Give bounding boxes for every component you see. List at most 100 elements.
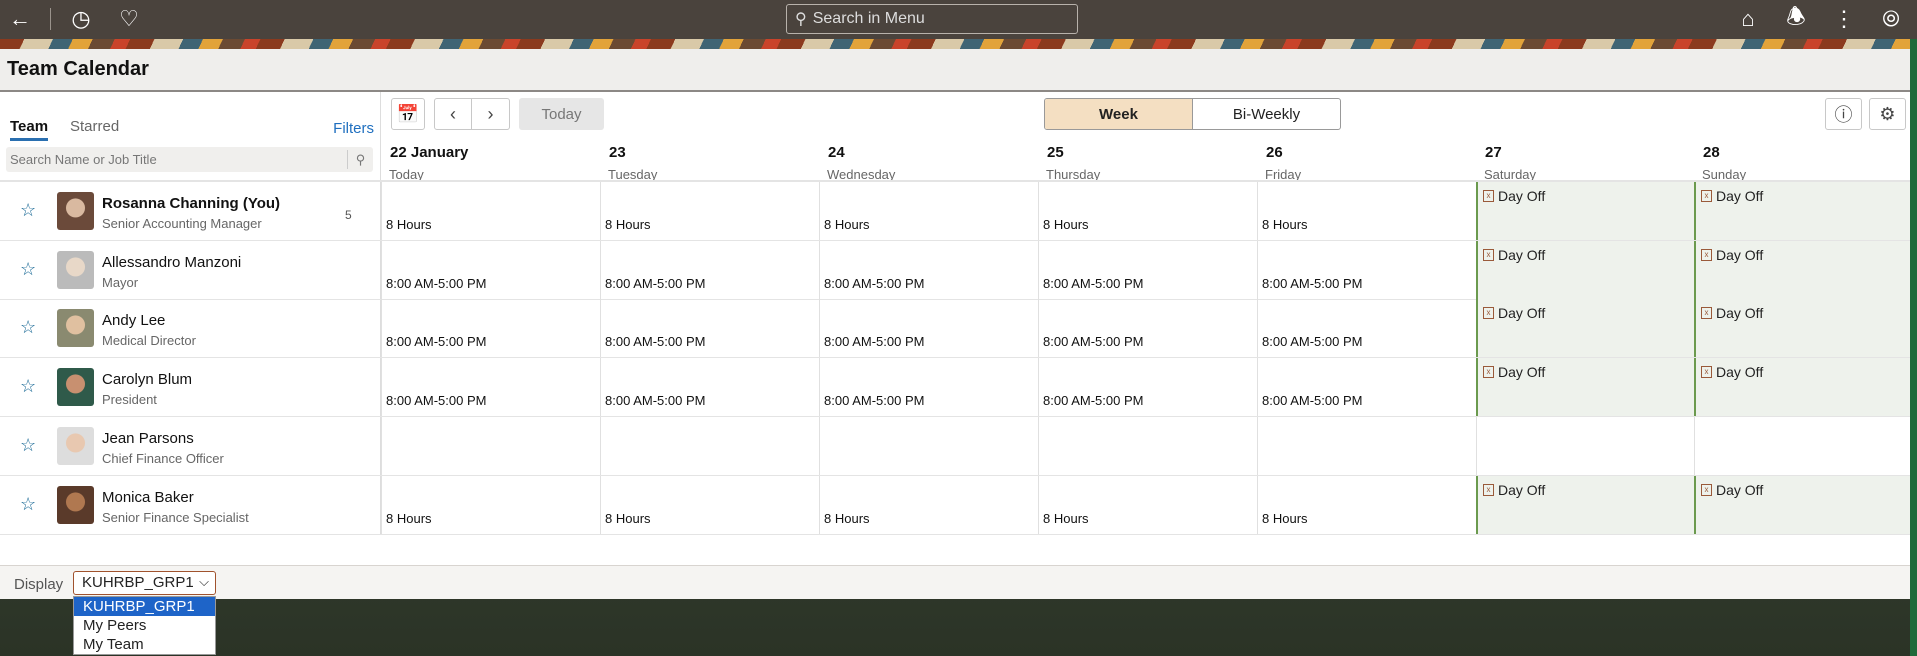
- table-row: ☆ Carolyn Blum President 8:00 AM-5:00 PM 8…: [0, 358, 1910, 418]
- star-icon[interactable]: ☆: [20, 494, 36, 515]
- day-off-cell[interactable]: x Day Off: [1476, 475, 1694, 534]
- star-icon[interactable]: ☆: [20, 317, 36, 338]
- employee-name[interactable]: Jean Parsons: [102, 430, 194, 447]
- day-header: 25 Thursday: [1038, 92, 1257, 182]
- banner-strip: [0, 39, 1917, 49]
- home-icon[interactable]: ⌂: [1734, 5, 1762, 33]
- filters-link[interactable]: Filters: [333, 120, 374, 137]
- divider: [50, 8, 51, 30]
- back-arrow-icon[interactable]: ←: [6, 5, 34, 33]
- day-off-cell[interactable]: x Day Off: [1694, 299, 1910, 358]
- day-off-cell[interactable]: x Day Off: [1694, 240, 1910, 299]
- search-icon[interactable]: ⚲: [347, 150, 373, 169]
- tab-starred[interactable]: Starred: [70, 118, 119, 135]
- schedule-cell[interactable]: 8 Hours: [381, 182, 600, 240]
- search-icon: ⚲: [795, 11, 807, 28]
- day-off-icon: x: [1483, 307, 1494, 320]
- day-off-cell[interactable]: x Day Off: [1476, 299, 1694, 358]
- option-my-peers[interactable]: My Peers: [74, 616, 215, 635]
- day-number: 27: [1485, 144, 1502, 161]
- table-row: ☆ Andy Lee Medical Director 8:00 AM-5:00 …: [0, 299, 1910, 359]
- schedule-cell[interactable]: 8:00 AM-5:00 PM: [1038, 299, 1257, 358]
- name-search-input[interactable]: Search Name or Job Title ⚲: [6, 147, 373, 172]
- display-bar: Display KUHRBP_GRP1 ⌵: [0, 565, 1910, 599]
- employee-title: Mayor: [102, 274, 139, 290]
- schedule-cell[interactable]: 8:00 AM-5:00 PM: [600, 299, 819, 358]
- schedule-cell[interactable]: 8:00 AM-5:00 PM: [600, 358, 819, 417]
- schedule-cell[interactable]: 8 Hours: [819, 182, 1038, 240]
- table-row: ☆ Allessandro Manzoni Mayor 8:00 AM-5:00 …: [0, 240, 1910, 300]
- display-select[interactable]: KUHRBP_GRP1 ⌵: [73, 571, 216, 595]
- schedule-cell[interactable]: 8 Hours: [1257, 182, 1476, 240]
- schedule-cell[interactable]: 8:00 AM-5:00 PM: [1038, 240, 1257, 299]
- schedule-cell[interactable]: [381, 416, 600, 475]
- star-icon[interactable]: ☆: [20, 200, 36, 221]
- more-actions-icon[interactable]: ⋮: [1830, 5, 1858, 33]
- schedule-cell[interactable]: 8:00 AM-5:00 PM: [381, 358, 600, 417]
- count-badge: 5: [345, 208, 352, 222]
- day-off-cell[interactable]: x Day Off: [1694, 358, 1910, 417]
- day-off-cell[interactable]: x Day Off: [1476, 182, 1694, 240]
- schedule-cell[interactable]: [1038, 416, 1257, 475]
- schedule-cell[interactable]: [1257, 416, 1476, 475]
- schedule-cell[interactable]: 8 Hours: [819, 475, 1038, 534]
- day-number: 22 January: [390, 144, 469, 161]
- option-my-team[interactable]: My Team: [74, 635, 215, 654]
- menu-search-input[interactable]: ⚲ Search in Menu: [786, 4, 1078, 34]
- schedule-cell[interactable]: 8:00 AM-5:00 PM: [819, 358, 1038, 417]
- employee-name[interactable]: Allessandro Manzoni: [102, 254, 241, 271]
- day-number: 26: [1266, 144, 1283, 161]
- employee-name[interactable]: Monica Baker: [102, 489, 194, 506]
- page-title: Team Calendar: [7, 58, 149, 80]
- star-icon[interactable]: ☆: [20, 259, 36, 280]
- avatar: [57, 485, 94, 524]
- avatar: [57, 192, 94, 230]
- schedule-cell[interactable]: [1694, 416, 1910, 475]
- notifications-bell-icon[interactable]: 🕭: [1782, 4, 1810, 33]
- schedule-cell[interactable]: 8 Hours: [1038, 475, 1257, 534]
- day-number: 25: [1047, 144, 1064, 161]
- star-icon[interactable]: ☆: [20, 376, 36, 397]
- day-off-cell[interactable]: x Day Off: [1694, 475, 1910, 534]
- schedule-cell[interactable]: [600, 416, 819, 475]
- schedule-cell[interactable]: 8 Hours: [381, 475, 600, 534]
- tab-team[interactable]: Team: [10, 118, 49, 141]
- day-off-icon: x: [1701, 307, 1712, 320]
- schedule-cell[interactable]: 8:00 AM-5:00 PM: [381, 299, 600, 358]
- employee-title: Senior Finance Specialist: [102, 509, 249, 525]
- employee-title: Chief Finance Officer: [102, 450, 224, 466]
- schedule-cell[interactable]: 8 Hours: [1257, 475, 1476, 534]
- employee-name[interactable]: Rosanna Channing (You): [102, 195, 280, 212]
- day-number: 23: [609, 144, 626, 161]
- schedule-cell[interactable]: 8 Hours: [600, 475, 819, 534]
- day-off-icon: x: [1701, 366, 1712, 379]
- title-bar: Team Calendar: [0, 49, 1910, 92]
- employee-name[interactable]: Andy Lee: [102, 312, 165, 329]
- schedule-cell[interactable]: 8 Hours: [600, 182, 819, 240]
- day-off-cell[interactable]: x Day Off: [1694, 182, 1910, 240]
- schedule-cell[interactable]: [1476, 416, 1694, 475]
- schedule-cell[interactable]: [819, 416, 1038, 475]
- employee-name[interactable]: Carolyn Blum: [102, 371, 192, 388]
- day-number: 28: [1703, 144, 1720, 161]
- schedule-cell[interactable]: 8:00 AM-5:00 PM: [1257, 240, 1476, 299]
- schedule-cell[interactable]: 8:00 AM-5:00 PM: [1257, 358, 1476, 417]
- favorites-heart-icon[interactable]: ♡: [115, 5, 143, 33]
- recent-clock-icon[interactable]: ◷: [67, 5, 95, 33]
- chevron-down-icon: ⌵: [199, 574, 209, 589]
- star-icon[interactable]: ☆: [20, 435, 36, 456]
- display-label: Display: [14, 576, 64, 593]
- day-off-cell[interactable]: x Day Off: [1476, 358, 1694, 417]
- navigator-compass-icon[interactable]: ⦾: [1877, 5, 1905, 33]
- schedule-cell[interactable]: 8:00 AM-5:00 PM: [819, 240, 1038, 299]
- day-off-icon: x: [1483, 190, 1494, 202]
- schedule-cell[interactable]: 8:00 AM-5:00 PM: [381, 240, 600, 299]
- schedule-cell[interactable]: 8:00 AM-5:00 PM: [819, 299, 1038, 358]
- option-kuhrbp-grp1[interactable]: KUHRBP_GRP1: [74, 597, 215, 616]
- employee-title: Senior Accounting Manager: [102, 216, 262, 231]
- schedule-cell[interactable]: 8:00 AM-5:00 PM: [600, 240, 819, 299]
- schedule-cell[interactable]: 8:00 AM-5:00 PM: [1257, 299, 1476, 358]
- schedule-cell[interactable]: 8 Hours: [1038, 182, 1257, 240]
- schedule-cell[interactable]: 8:00 AM-5:00 PM: [1038, 358, 1257, 417]
- day-off-cell[interactable]: x Day Off: [1476, 240, 1694, 299]
